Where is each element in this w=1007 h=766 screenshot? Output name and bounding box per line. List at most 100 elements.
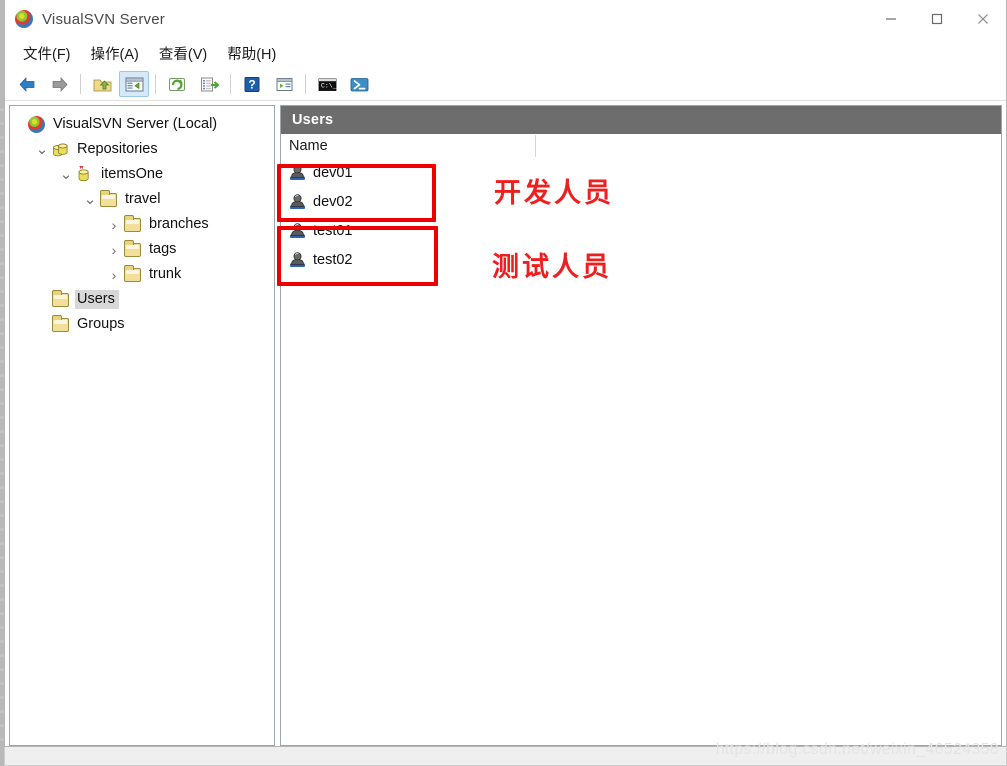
back-button[interactable] (12, 71, 42, 97)
column-resize-handle[interactable] (535, 134, 536, 157)
command-prompt-icon: C:\_ (318, 78, 337, 91)
tree-node-label: Users (75, 290, 119, 309)
tree-node-repositories[interactable]: ⌄ Repositories (10, 137, 274, 162)
visualsvn-logo-icon (15, 10, 33, 28)
folder-icon (50, 314, 70, 334)
tree-node-server-root[interactable]: VisualSVN Server (Local) (10, 112, 274, 137)
up-one-level-button[interactable] (87, 71, 117, 97)
toolbar-separator (80, 74, 81, 94)
chevron-down-icon[interactable]: ⌄ (58, 167, 74, 183)
folder-icon (98, 189, 118, 209)
close-button[interactable] (960, 0, 1006, 38)
column-header-name[interactable]: Name (281, 134, 535, 158)
svg-text:C:\_: C:\_ (321, 82, 337, 89)
tree-node-branches[interactable]: › branches (10, 212, 274, 237)
maximize-icon (931, 13, 943, 25)
help-button[interactable]: ? (237, 71, 267, 97)
tree-node-label: VisualSVN Server (Local) (53, 116, 218, 132)
export-list-button[interactable] (194, 71, 224, 97)
folder-icon (50, 289, 70, 309)
users-list-area: Name dev01 dev02 test01 test02 (281, 134, 1001, 745)
command-prompt-button[interactable]: C:\_ (312, 71, 342, 97)
visualsvn-logo-icon (26, 116, 46, 134)
toolbar-separator (155, 74, 156, 94)
chevron-right-icon[interactable]: › (106, 217, 122, 233)
user-icon (290, 223, 305, 238)
tree-node-label: Repositories (77, 141, 158, 157)
tree-node-tags[interactable]: › tags (10, 237, 274, 262)
menu-help[interactable]: 帮助(H) (217, 40, 286, 67)
tree-node-label: trunk (149, 266, 182, 282)
console-tree-icon (125, 77, 143, 91)
user-icon (290, 165, 305, 180)
panel-header-title: Users (281, 106, 1001, 134)
user-name-label: dev02 (313, 193, 353, 210)
tree-node-users[interactable]: Users (10, 287, 274, 312)
chevron-right-icon[interactable]: › (106, 242, 122, 258)
user-list-item[interactable]: test01 (281, 216, 1001, 245)
list-column-header: Name (281, 134, 1001, 158)
tree-node-list: VisualSVN Server (Local) ⌄ Repositories ⌄ * i… (10, 106, 274, 337)
user-list-item[interactable]: dev02 (281, 187, 1001, 216)
tree-node-label: travel (125, 191, 161, 207)
powershell-icon (350, 77, 368, 91)
minimize-button[interactable] (868, 0, 914, 38)
toolbar: ? C:\_ (5, 68, 1006, 101)
powershell-button[interactable] (344, 71, 374, 97)
help-question-icon: ? (244, 76, 259, 92)
user-list-item[interactable]: test02 (281, 245, 1001, 274)
chevron-down-icon[interactable]: ⌄ (34, 142, 50, 158)
user-icon (290, 194, 305, 209)
tree-node-label: itemsOne (101, 166, 164, 182)
chevron-right-icon[interactable]: › (106, 267, 122, 283)
tree-node-label: Groups (77, 316, 125, 332)
user-list-item[interactable]: dev01 (281, 158, 1001, 187)
user-name-label: dev01 (313, 164, 353, 181)
tree-node-travel[interactable]: ⌄ travel (10, 187, 274, 212)
main-content-split: VisualSVN Server (Local) ⌄ Repositories ⌄ * i… (5, 101, 1006, 746)
visualsvn-server-window: VisualSVN Server 文件(F)操作(A)查看(V)帮助(H) (4, 0, 1007, 747)
forward-button[interactable] (44, 71, 74, 97)
tree-node-trunk[interactable]: › trunk (10, 262, 274, 287)
repository-icon: * (74, 166, 94, 184)
folder-up-icon (93, 79, 111, 91)
status-bar (4, 747, 1007, 766)
window-title: VisualSVN Server (42, 10, 165, 28)
tree-node-groups[interactable]: Groups (10, 312, 274, 337)
properties-button[interactable] (269, 71, 299, 97)
minimize-icon (886, 18, 896, 20)
tree-node-itemsone[interactable]: ⌄ * itemsOne (10, 162, 274, 187)
tree-node-label: tags (149, 241, 177, 257)
svg-text:*: * (79, 166, 84, 175)
menu-file[interactable]: 文件(F) (13, 40, 81, 67)
refresh-icon (168, 77, 185, 91)
toolbar-separator (230, 74, 231, 94)
title-bar: VisualSVN Server (5, 0, 1006, 38)
users-list-rows: dev01 dev02 test01 test02 (281, 158, 1001, 274)
close-icon (978, 14, 988, 24)
menu-view[interactable]: 查看(V) (149, 40, 217, 67)
window-controls (868, 0, 1006, 38)
console-tree-panel: VisualSVN Server (Local) ⌄ Repositories ⌄ * i… (9, 105, 275, 746)
user-name-label: test02 (313, 251, 353, 268)
folder-icon (122, 214, 142, 234)
properties-icon (276, 77, 292, 91)
svg-text:?: ? (248, 77, 255, 91)
tree-node-label: branches (149, 216, 209, 232)
repositories-icon (50, 141, 70, 159)
maximize-button[interactable] (914, 0, 960, 38)
arrow-left-icon (19, 76, 34, 92)
chevron-down-icon[interactable]: ⌄ (82, 192, 98, 208)
folder-icon (122, 239, 142, 259)
menu-bar: 文件(F) 操作(A) 查看(V) 帮助(H) (5, 38, 1006, 68)
toolbar-separator (305, 74, 306, 94)
folder-icon (122, 264, 142, 284)
user-icon (290, 252, 305, 267)
menu-action[interactable]: 操作(A) (81, 40, 149, 67)
show-tree-button[interactable] (119, 71, 149, 97)
details-panel: Users Name dev01 dev02 test01 test02 (280, 105, 1002, 746)
refresh-button[interactable] (162, 71, 192, 97)
